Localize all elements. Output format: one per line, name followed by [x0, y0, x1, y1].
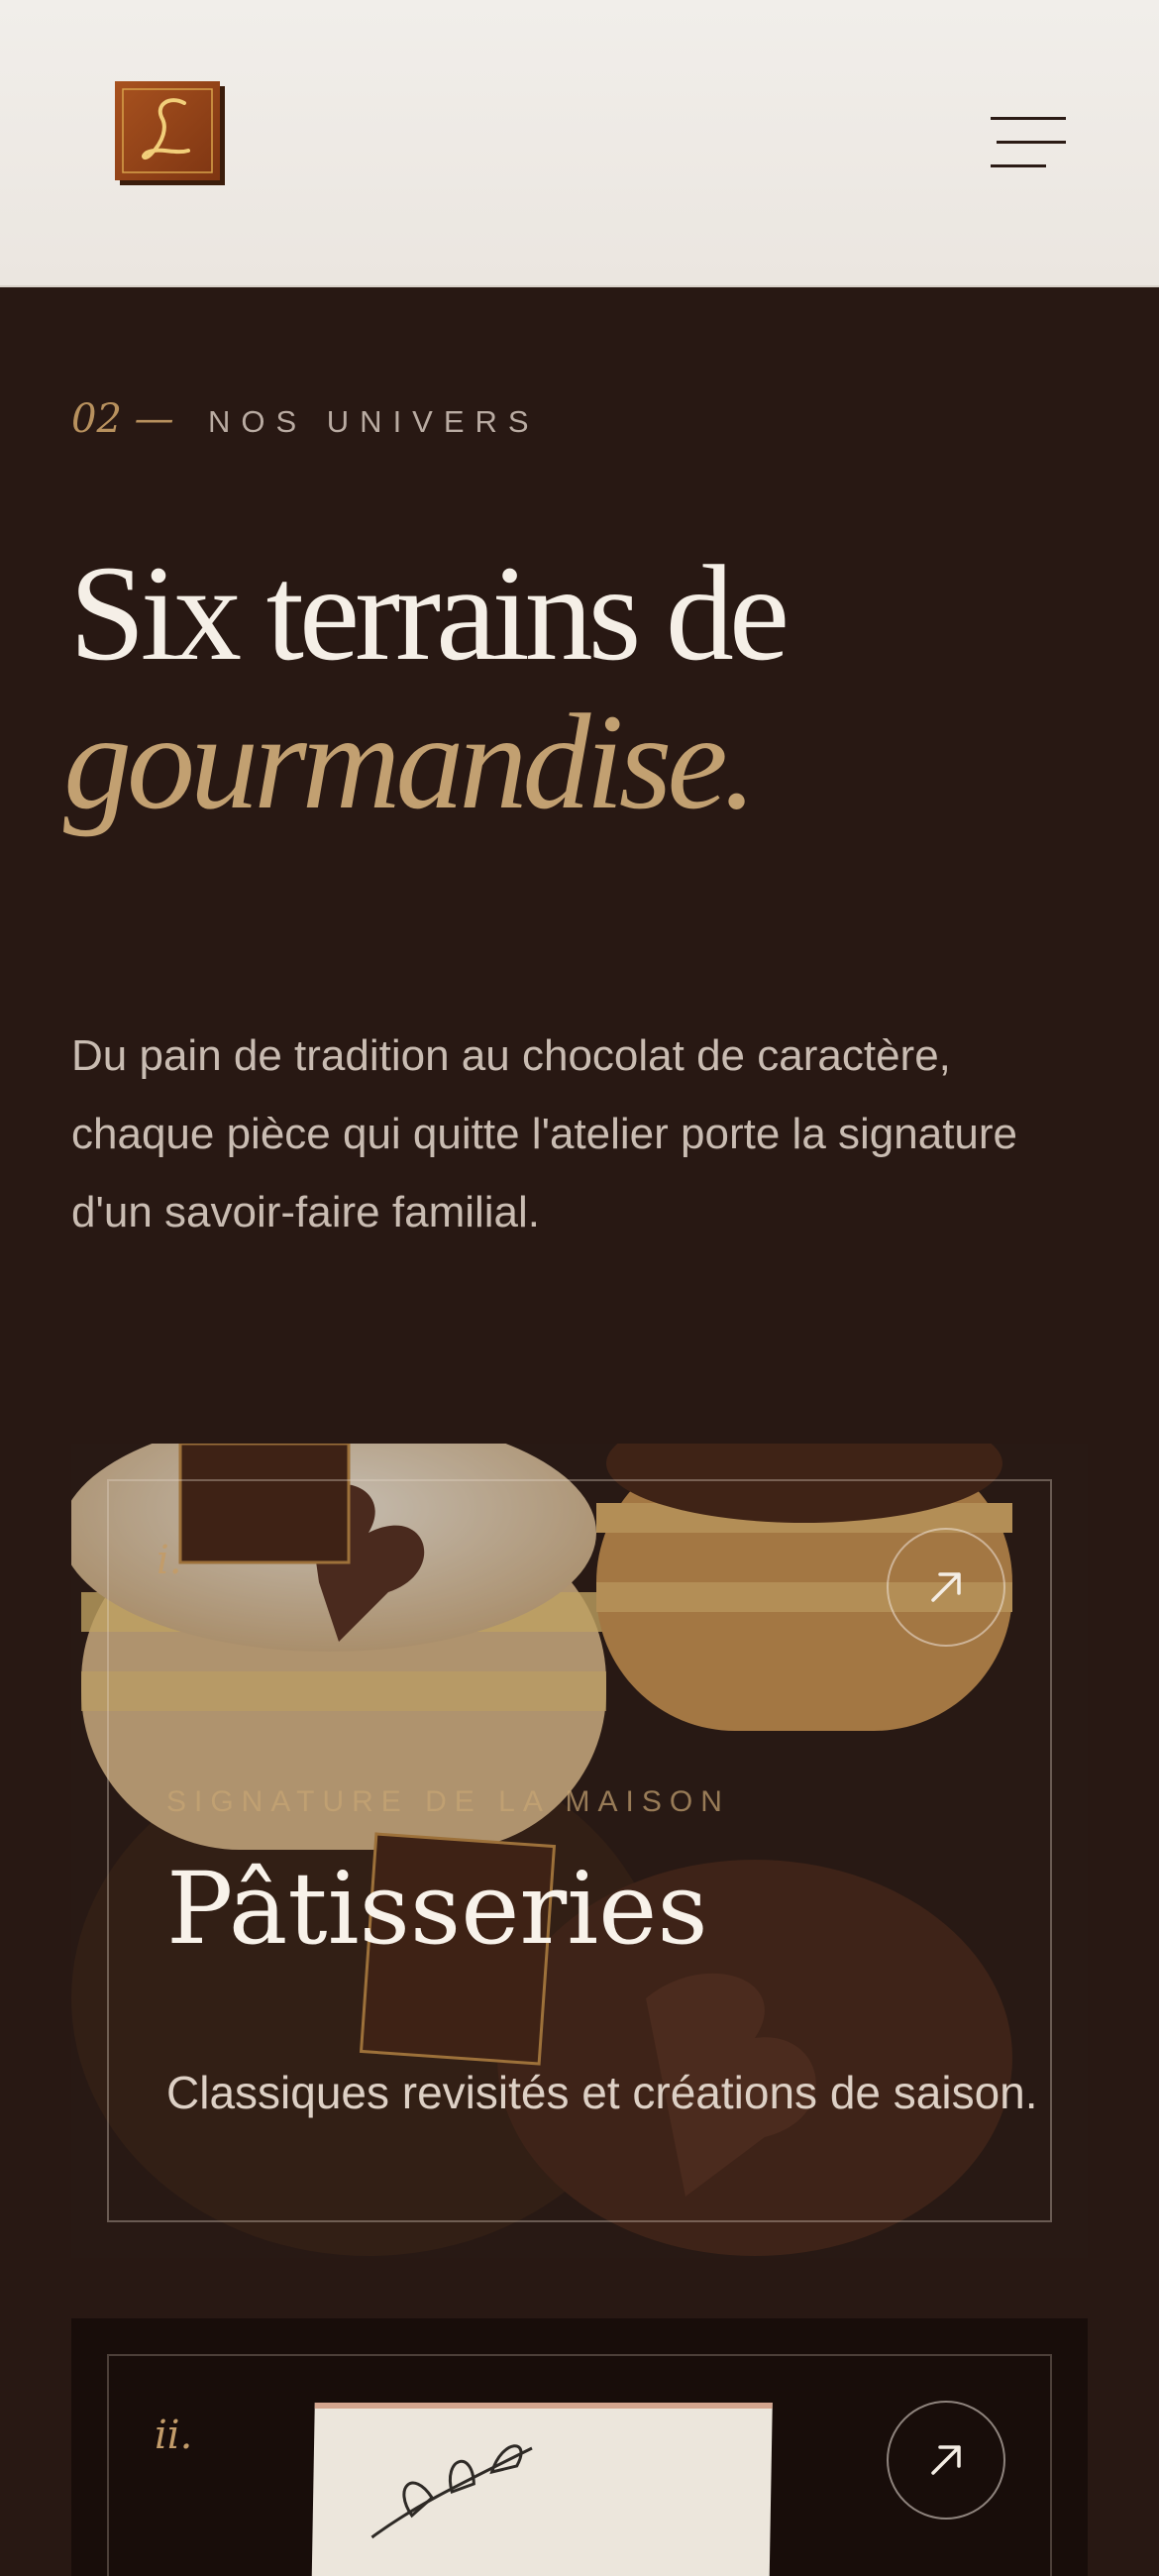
menu-line — [991, 117, 1066, 120]
script-l-monogram-icon — [122, 88, 213, 173]
arrow-up-right-icon-svg — [931, 1572, 961, 1602]
arrow-up-right-icon-svg — [931, 2445, 961, 2475]
section-intro: Du pain de tradition au chocolat de cara… — [71, 1031, 1018, 1236]
card-index: ii. — [155, 2413, 193, 2458]
card-kicker: SIGNATURE DE LA MAISON — [166, 1785, 730, 1818]
section-title-line1: Six terrains de — [69, 537, 790, 689]
arrow-up-right-icon[interactable] — [887, 2401, 1005, 2520]
section-label: NOS UNIVERS — [208, 404, 540, 439]
menu-line — [997, 141, 1066, 144]
hamburger-menu-icon[interactable] — [991, 114, 1066, 171]
brand-logo[interactable] — [115, 81, 220, 180]
category-card-patisseries[interactable]: i. SIGNATURE DE LA MAISON Pâtisseries Cl… — [71, 1444, 1088, 2258]
arrow-up-right-icon[interactable] — [887, 1528, 1005, 1647]
chocolate-box-photo — [311, 2403, 773, 2576]
section-number: 02 — — [71, 396, 174, 442]
section-title-line2: gourmandise. — [63, 686, 757, 837]
category-card-2[interactable]: ii. — [71, 2318, 1088, 2576]
menu-line — [991, 164, 1046, 167]
card-title: Pâtisseries — [166, 1851, 708, 1967]
card-description: Classiques revisités et créations de sai… — [166, 2067, 1038, 2118]
leaf-illustration-icon — [370, 2444, 533, 2539]
card-index: i. — [157, 1538, 182, 1583]
site-header — [0, 0, 1159, 287]
